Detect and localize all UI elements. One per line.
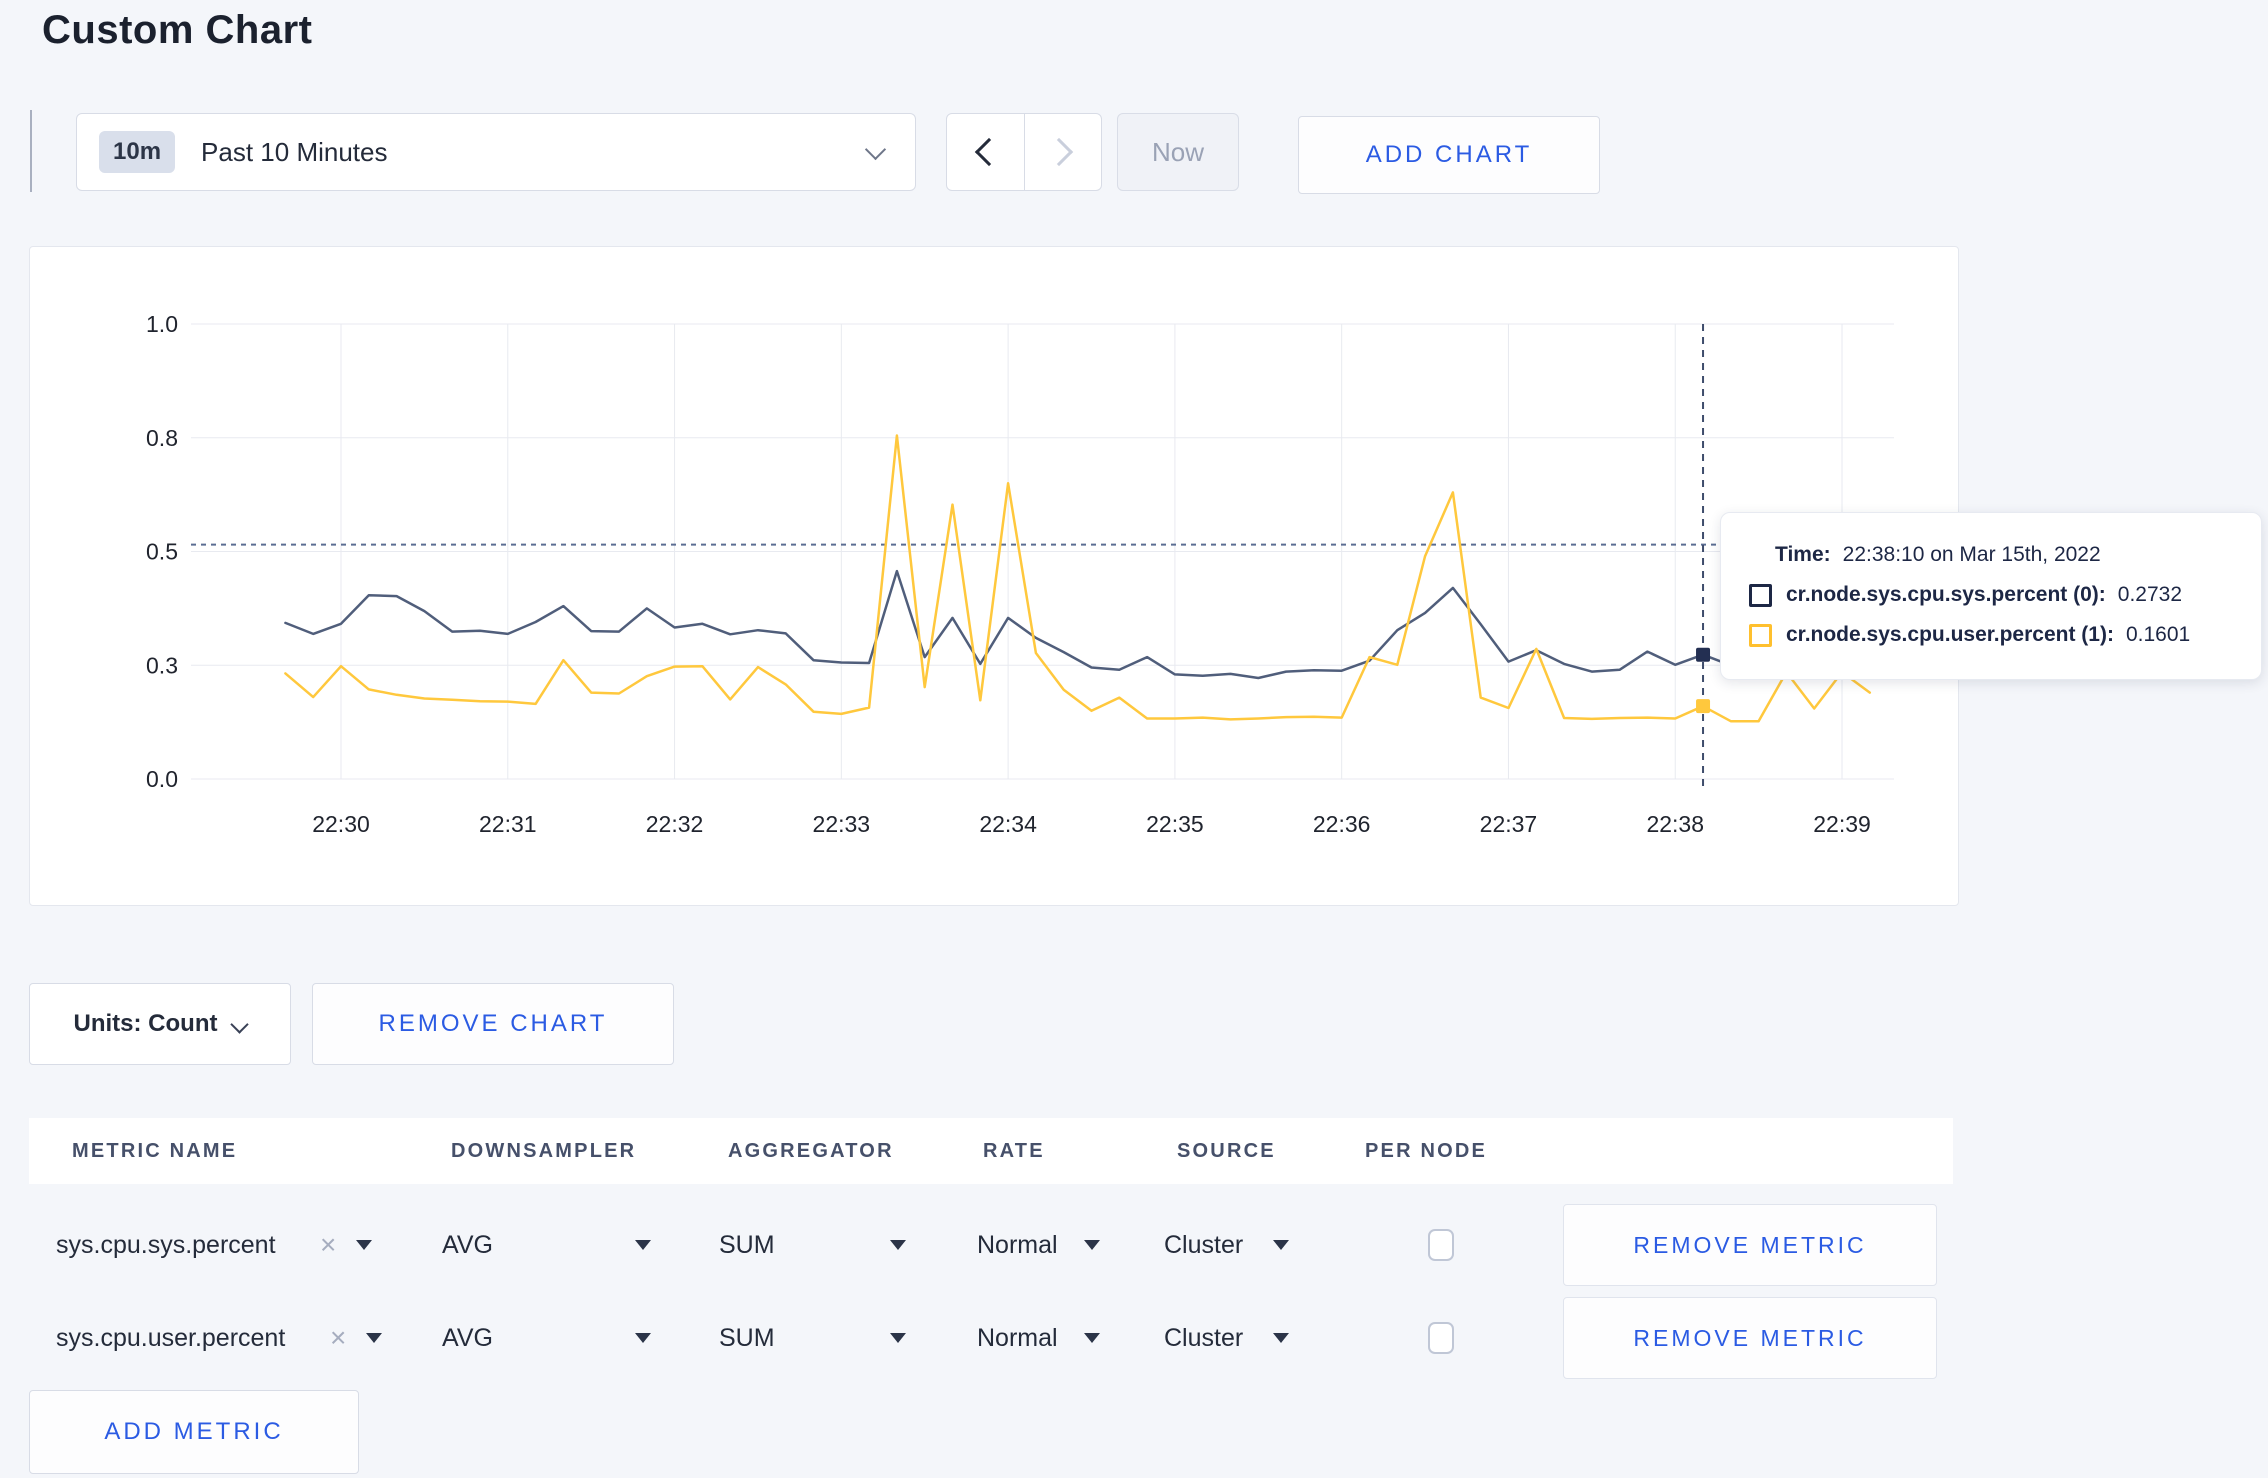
units-label: Units: Count <box>73 1010 218 1037</box>
tooltip-series-label: cr.node.sys.cpu.sys.percent (0): <box>1786 583 2106 606</box>
x-tick-label: 22:39 <box>1813 811 1871 837</box>
per-node-cell <box>1428 1296 1454 1380</box>
aggregator-select[interactable]: SUM <box>719 1296 775 1380</box>
time-range-select[interactable]: 10m Past 10 Minutes <box>76 113 916 191</box>
series-line <box>284 434 1872 723</box>
crosshair-marker <box>1696 647 1711 662</box>
metrics-table-header: METRIC NAME DOWNSAMPLER AGGREGATOR RATE … <box>29 1118 1953 1184</box>
cpu-chart[interactable]: 0.0 0.3 0.5 0.8 1.0 22:30 22:31 22:32 22:33 22:34… <box>30 247 1958 905</box>
metric-name-value[interactable]: sys.cpu.user.percent <box>56 1296 285 1380</box>
x-tick-label: 22:30 <box>312 811 370 837</box>
y-tick-label: 0.5 <box>146 539 178 565</box>
rate-select[interactable]: Normal <box>977 1296 1058 1380</box>
series-swatch-icon <box>1749 583 1772 607</box>
per-node-checkbox[interactable] <box>1428 1322 1454 1354</box>
series-line <box>284 569 1872 680</box>
tooltip-series-row: cr.node.sys.cpu.sys.percent (0): 0.2732 <box>1749 575 2261 615</box>
units-select[interactable]: Units: Count <box>29 983 291 1065</box>
remove-chart-button[interactable]: REMOVE CHART <box>312 983 674 1065</box>
metric-name-dropdown-icon[interactable] <box>356 1203 372 1287</box>
source-caret[interactable] <box>1273 1296 1289 1380</box>
downsampler-caret[interactable] <box>635 1296 651 1380</box>
series-swatch-icon <box>1749 623 1772 647</box>
col-header-rate: RATE <box>983 1139 1045 1162</box>
caret-down-icon <box>1084 1333 1100 1343</box>
tooltip-series-row: cr.node.sys.cpu.user.percent (1): 0.1601 <box>1749 615 2261 655</box>
chevron-down-icon <box>864 138 887 161</box>
remove-metric-button[interactable]: REMOVE METRIC <box>1563 1204 1937 1286</box>
caret-down-icon <box>366 1333 382 1343</box>
aggregator-select[interactable]: SUM <box>719 1203 775 1287</box>
tooltip-time-label: Time: <box>1775 543 1831 566</box>
page-title: Custom Chart <box>42 8 313 52</box>
now-button[interactable]: Now <box>1117 113 1239 191</box>
tooltip-series-value: 0.2732 <box>2117 583 2183 606</box>
tooltip-series-label: cr.node.sys.cpu.user.percent (1): <box>1786 623 2114 646</box>
col-header-downsampler: DOWNSAMPLER <box>451 1139 637 1162</box>
caret-down-icon <box>635 1333 651 1343</box>
time-range-badge: 10m <box>99 131 176 173</box>
next-time-button[interactable] <box>1025 114 1102 190</box>
caret-down-icon <box>1084 1240 1100 1250</box>
tooltip-time-row: Time: 22:38:10 on Mar 15th, 2022 <box>1775 535 2261 575</box>
col-header-metric-name: METRIC NAME <box>72 1139 238 1162</box>
per-node-cell <box>1428 1203 1454 1287</box>
rate-caret[interactable] <box>1084 1296 1100 1380</box>
per-node-checkbox[interactable] <box>1428 1229 1454 1261</box>
metric-name-dropdown-icon[interactable] <box>366 1296 382 1380</box>
aggregator-caret[interactable] <box>890 1203 906 1287</box>
col-header-source: SOURCE <box>1177 1139 1276 1162</box>
caret-down-icon <box>356 1240 372 1250</box>
col-header-aggregator: AGGREGATOR <box>728 1139 894 1162</box>
close-icon[interactable]: × <box>320 1203 336 1287</box>
x-tick-label: 22:34 <box>979 811 1037 837</box>
downsampler-select[interactable]: AVG <box>442 1203 493 1287</box>
caret-down-icon <box>1273 1240 1289 1250</box>
tooltip-series-value: 0.1601 <box>2125 623 2191 646</box>
source-caret[interactable] <box>1273 1203 1289 1287</box>
time-step-group <box>946 113 1102 191</box>
chart-tooltip: Time: 22:38:10 on Mar 15th, 2022 cr.node… <box>1720 512 2262 680</box>
y-tick-label: 1.0 <box>146 311 178 337</box>
x-tick-label: 22:37 <box>1480 811 1538 837</box>
chart-card: 0.0 0.3 0.5 0.8 1.0 22:30 22:31 22:32 22:33 22:34… <box>29 246 1959 906</box>
metric-name-value[interactable]: sys.cpu.sys.percent <box>56 1203 276 1287</box>
caret-down-icon <box>635 1240 651 1250</box>
y-tick-label: 0.8 <box>146 425 178 451</box>
aggregator-caret[interactable] <box>890 1296 906 1380</box>
add-metric-button[interactable]: ADD METRIC <box>29 1390 359 1474</box>
chevron-right-icon <box>1044 137 1073 167</box>
x-tick-label: 22:32 <box>646 811 704 837</box>
caret-down-icon <box>890 1240 906 1250</box>
rate-caret[interactable] <box>1084 1203 1100 1287</box>
x-tick-label: 22:33 <box>813 811 871 837</box>
x-tick-label: 22:36 <box>1313 811 1371 837</box>
prev-time-button[interactable] <box>947 114 1024 190</box>
col-header-per-node: PER NODE <box>1365 1139 1488 1162</box>
table-row: sys.cpu.sys.percent × AVG SUM Normal Clu… <box>29 1203 1953 1287</box>
x-tick-label: 22:38 <box>1646 811 1704 837</box>
table-row: sys.cpu.user.percent × AVG SUM Normal Cl… <box>29 1296 1953 1380</box>
source-select[interactable]: Cluster <box>1164 1203 1243 1287</box>
downsampler-select[interactable]: AVG <box>442 1296 493 1380</box>
chevron-left-icon <box>975 137 1004 167</box>
caret-down-icon <box>1273 1333 1289 1343</box>
toolbar-left-divider <box>30 110 32 192</box>
add-chart-button[interactable]: ADD CHART <box>1298 116 1600 194</box>
y-tick-label: 0.3 <box>146 652 178 678</box>
remove-metric-button[interactable]: REMOVE METRIC <box>1563 1297 1937 1379</box>
x-tick-label: 22:31 <box>479 811 537 837</box>
caret-down-icon <box>890 1333 906 1343</box>
y-tick-label: 0.0 <box>146 766 178 792</box>
rate-select[interactable]: Normal <box>977 1203 1058 1287</box>
downsampler-caret[interactable] <box>635 1203 651 1287</box>
source-select[interactable]: Cluster <box>1164 1296 1243 1380</box>
crosshair-marker <box>1696 699 1711 714</box>
chevron-down-icon <box>230 1014 250 1034</box>
time-range-label: Past 10 Minutes <box>201 136 388 167</box>
tooltip-time-value: 22:38:10 on Mar 15th, 2022 <box>1842 543 2101 566</box>
x-tick-label: 22:35 <box>1146 811 1204 837</box>
close-icon[interactable]: × <box>330 1296 346 1380</box>
